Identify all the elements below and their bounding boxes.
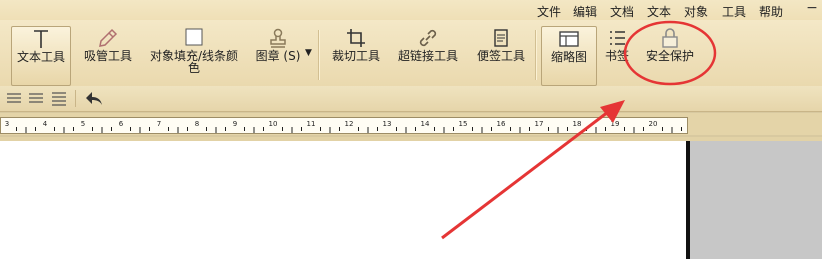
highlight-circle — [623, 20, 717, 86]
annotation-arrow-shaft — [441, 110, 609, 240]
annotation-overlay — [441, 20, 717, 240]
annotation-arrow-head — [600, 100, 625, 123]
